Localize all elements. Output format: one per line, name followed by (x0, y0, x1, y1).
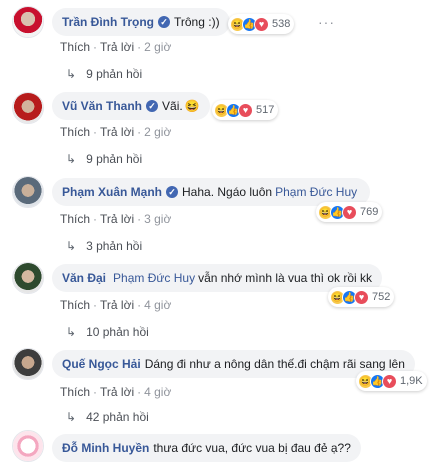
like-button[interactable]: Thích (60, 298, 90, 312)
reply-arrow-icon: ↳ (66, 410, 77, 424)
replies-count[interactable]: 9 phản hồi (86, 152, 142, 166)
reaction-summary[interactable]: 😆 👍 ♥ 538 (228, 14, 295, 34)
more-options-icon[interactable]: ··· (318, 14, 335, 30)
timestamp[interactable]: 2 giờ (144, 40, 171, 54)
replies-count[interactable]: 42 phản hồi (86, 410, 149, 424)
avatar[interactable] (12, 348, 44, 380)
comment-text: thưa đức vua, đức vua bị đau đẻ ạ?? (153, 441, 351, 455)
avatar[interactable] (12, 262, 44, 294)
comment-actions: Thích · Trả lời · 2 giờ (60, 40, 172, 54)
timestamp[interactable]: 3 giờ (144, 212, 171, 226)
comment-text: Trông :)) (174, 15, 220, 29)
view-replies-link[interactable]: ↳ 9 phản hồi (66, 152, 142, 166)
comment-author[interactable]: Đỗ Minh Huyền (62, 441, 149, 455)
reaction-count: 517 (256, 104, 275, 116)
replies-count[interactable]: 10 phản hồi (86, 325, 149, 339)
comment-actions: Thích · Trả lời · 2 giờ (60, 125, 172, 139)
comment-author[interactable]: Quế Ngọc Hải (62, 357, 141, 371)
timestamp[interactable]: 4 giờ (144, 385, 171, 399)
reply-arrow-icon: ↳ (66, 67, 77, 81)
reply-button[interactable]: Trả lời (100, 40, 134, 54)
comment-actions: Thích · Trả lời · 4 giờ (60, 298, 172, 312)
mention-link[interactable]: Phạm Đức Huy (275, 185, 357, 199)
verified-badge-icon: ✓ (158, 16, 170, 28)
comment-author[interactable]: Phạm Xuân Mạnh (62, 185, 162, 199)
like-button[interactable]: Thích (60, 125, 90, 139)
reaction-summary[interactable]: 😆 👍 ♥ 752 (328, 287, 395, 307)
comment-actions: Thích · Trả lời · 4 giờ (60, 385, 172, 399)
love-icon: ♥ (254, 16, 269, 32)
view-replies-link[interactable]: ↳ 3 phản hồi (66, 239, 142, 253)
reaction-count: 538 (272, 18, 291, 30)
reaction-summary[interactable]: 😆 👍 ♥ 1,9K (356, 371, 427, 391)
reaction-count: 1,9K (400, 375, 423, 387)
like-button[interactable]: Thích (60, 212, 90, 226)
comment-bubble: Vũ Văn Thanh ✓ Vãi. 😆 (52, 92, 210, 120)
avatar[interactable] (12, 92, 44, 124)
avatar[interactable] (12, 6, 44, 38)
reply-button[interactable]: Trả lời (100, 385, 134, 399)
comment-author[interactable]: Văn Đại (62, 271, 106, 285)
love-icon: ♥ (382, 373, 397, 389)
love-icon: ♥ (238, 102, 253, 118)
reaction-count: 752 (372, 291, 391, 303)
reply-button[interactable]: Trả lời (100, 212, 134, 226)
view-replies-link[interactable]: ↳ 42 phản hồi (66, 410, 149, 424)
reply-button[interactable]: Trả lời (100, 125, 134, 139)
view-replies-link[interactable]: ↳ 9 phản hồi (66, 67, 142, 81)
mention-link[interactable]: Phạm Đức Huy (113, 271, 195, 285)
like-button[interactable]: Thích (60, 40, 90, 54)
comment-bubble: Trần Đình Trọng ✓ Trông :)) (52, 8, 230, 36)
avatar[interactable] (12, 430, 44, 462)
timestamp[interactable]: 4 giờ (144, 298, 171, 312)
comment-text: Vãi. (162, 99, 183, 113)
reply-button[interactable]: Trả lời (100, 298, 134, 312)
replies-count[interactable]: 3 phản hồi (86, 239, 142, 253)
laughing-emoji-icon: 😆 (184, 99, 200, 113)
love-icon: ♥ (354, 289, 369, 305)
reaction-summary[interactable]: 😆 👍 ♥ 769 (316, 202, 383, 222)
verified-badge-icon: ✓ (166, 186, 179, 198)
like-button[interactable]: Thích (60, 385, 90, 399)
comment-actions: Thích · Trả lời · 3 giờ (60, 212, 172, 226)
verified-badge-icon: ✓ (146, 100, 159, 112)
comment-author[interactable]: Vũ Văn Thanh (62, 99, 142, 113)
timestamp[interactable]: 2 giờ (144, 125, 171, 139)
comment-text: Dáng đi như a nông dân thế.đi chậm rãi s… (144, 357, 405, 371)
comment-author[interactable]: Trần Đình Trọng (62, 15, 154, 29)
reply-arrow-icon: ↳ (66, 325, 77, 339)
reaction-count: 769 (360, 206, 379, 218)
comment-bubble: Đỗ Minh Huyền thưa đức vua, đức vua bị đ… (52, 434, 361, 462)
reaction-summary[interactable]: 😆 👍 ♥ 517 (212, 100, 279, 120)
reply-arrow-icon: ↳ (66, 239, 77, 253)
comment-text: Haha. Ngáo luôn (182, 185, 273, 199)
view-replies-link[interactable]: ↳ 10 phản hồi (66, 325, 149, 339)
reply-arrow-icon: ↳ (66, 152, 77, 166)
replies-count[interactable]: 9 phản hồi (86, 67, 142, 81)
avatar[interactable] (12, 176, 44, 208)
comment-text: vẫn nhớ mình là vua thì ok rồi kk (198, 271, 373, 285)
love-icon: ♥ (342, 204, 357, 220)
